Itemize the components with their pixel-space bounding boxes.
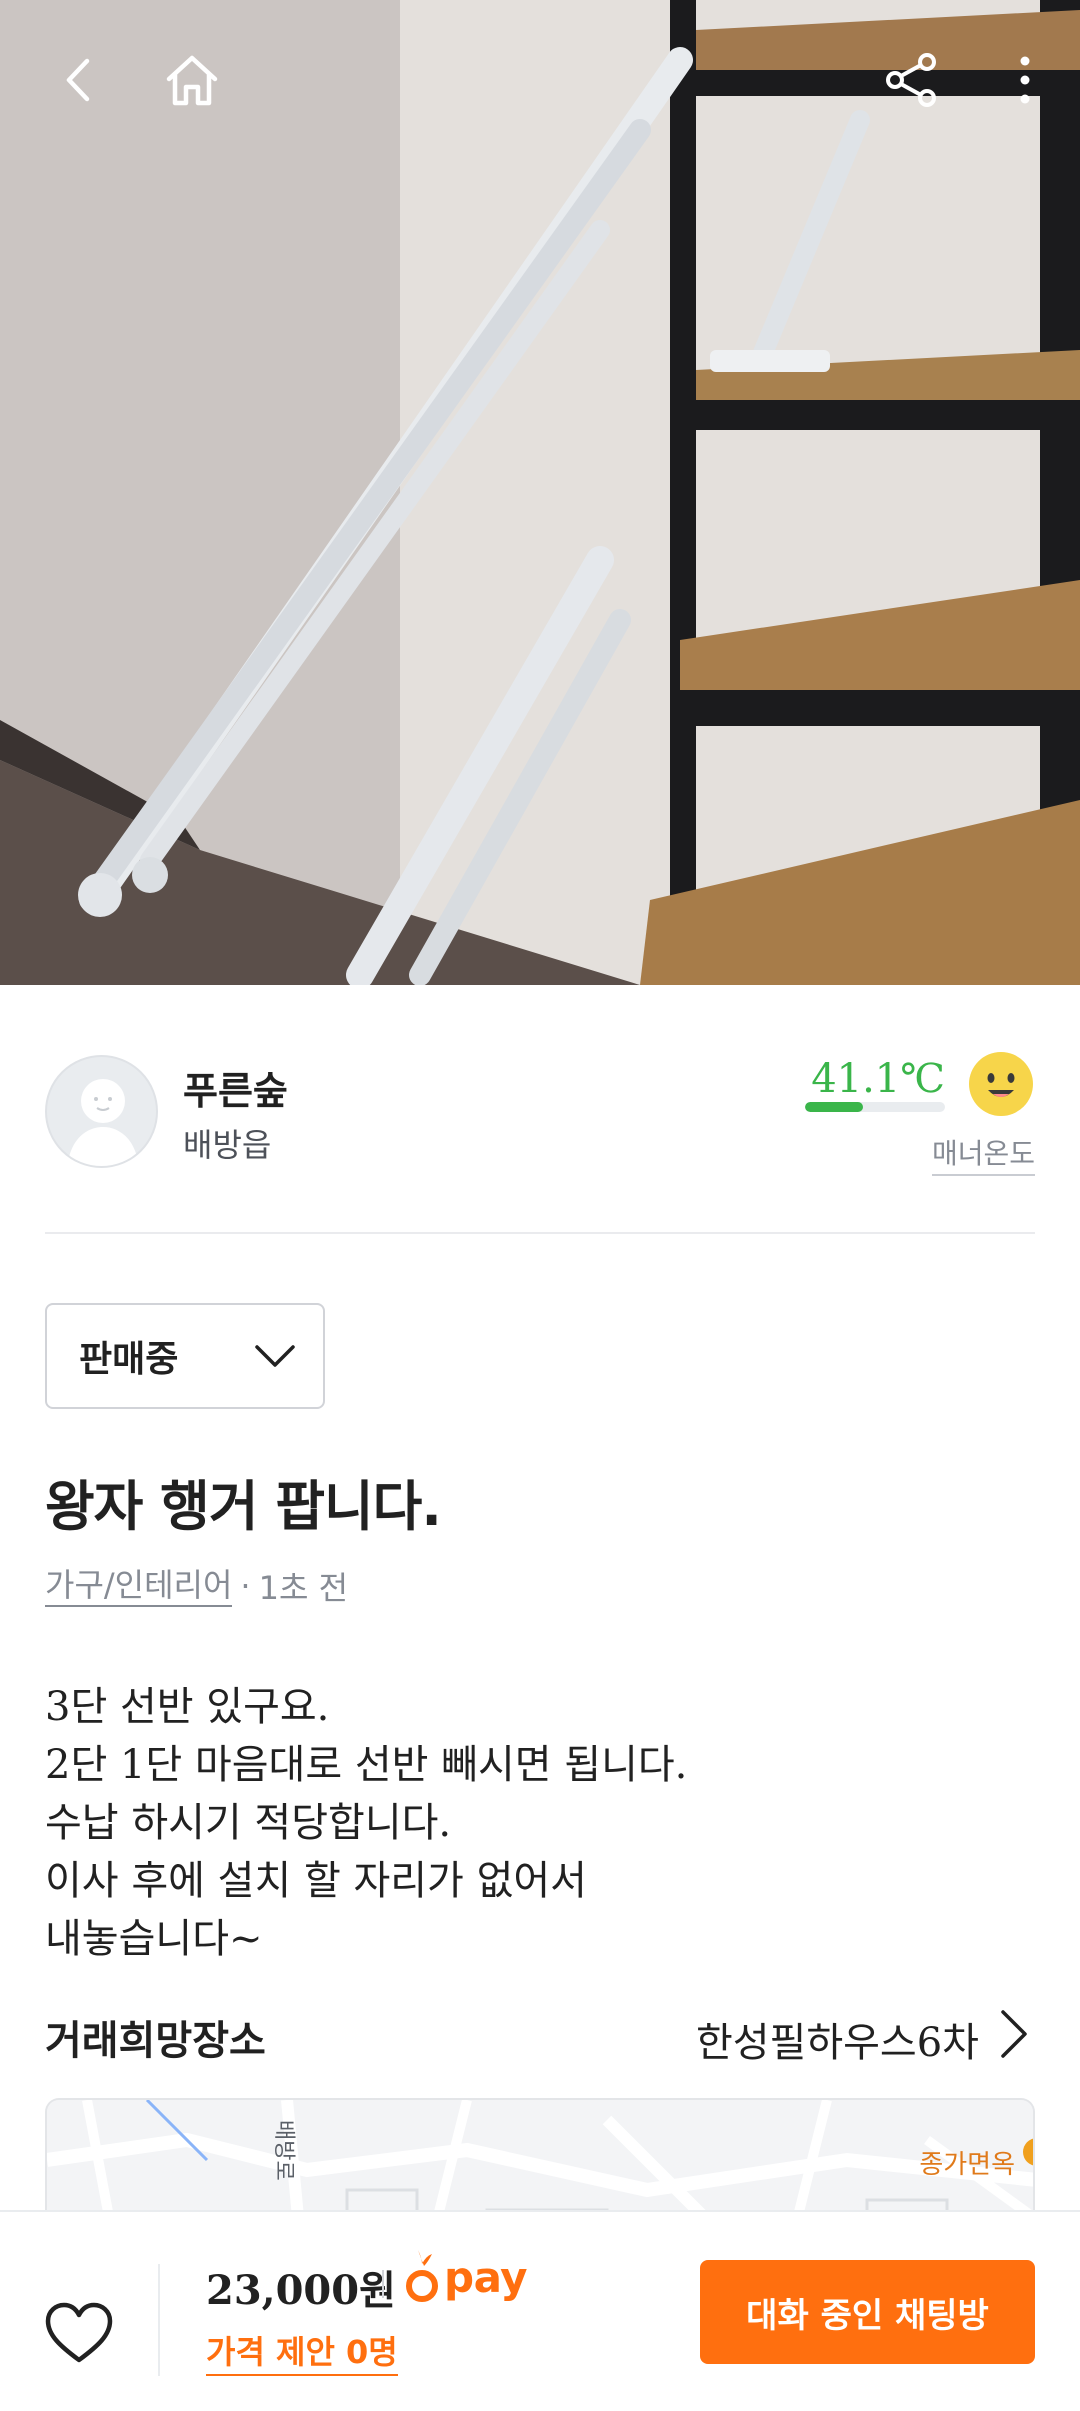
seller-profile[interactable]: 푸른숲 배방읍 41.1℃ 매너온도 bbox=[45, 1050, 1035, 1176]
description-line: 내놓습니다~ bbox=[45, 1916, 263, 1962]
category-link[interactable]: 가구/인테리어 bbox=[45, 1565, 233, 1607]
more-button[interactable] bbox=[985, 40, 1065, 120]
chevron-down-icon bbox=[255, 1345, 295, 1367]
price-offer-link[interactable]: 가격 제안 0명 bbox=[206, 2332, 398, 2376]
meta-separator: · bbox=[240, 1567, 251, 1605]
chevron-left-icon bbox=[66, 58, 90, 102]
bottom-action-bar: 23,000원 pay 가격 제안 0명 대화 중인 채팅방 bbox=[0, 2210, 1080, 2411]
default-avatar-icon bbox=[67, 1079, 139, 1166]
manner-temperature: 41.1℃ bbox=[811, 1056, 945, 1102]
chevron-right-icon bbox=[1001, 2010, 1027, 2058]
trade-place-value: 한성필하우스6차 bbox=[695, 2020, 979, 2066]
avatar[interactable] bbox=[45, 1055, 158, 1168]
manner-temperature-label[interactable]: 매너온도 bbox=[931, 1132, 1035, 1176]
heart-icon[interactable] bbox=[42, 2300, 116, 2366]
trade-place-label: 거래희망장소 bbox=[45, 2018, 266, 2064]
posted-time: 1초 전 bbox=[258, 1569, 349, 1607]
smile-face-icon bbox=[969, 1052, 1033, 1116]
carrot-pay-icon bbox=[406, 2250, 438, 2302]
carrot-pay-badge: pay bbox=[404, 2242, 528, 2312]
back-button[interactable] bbox=[40, 40, 120, 120]
share-button[interactable] bbox=[872, 40, 952, 120]
item-description: 3단 선반 있구요. 2단 1단 마음대로 선반 빼시면 됩니다. 수납 하시기… bbox=[45, 1678, 1035, 1968]
more-vertical-icon bbox=[1020, 56, 1030, 104]
map-poi-label: 종가면옥 bbox=[919, 2150, 1015, 2180]
description-line: 3단 선반 있구요. bbox=[45, 1684, 330, 1730]
item-meta: 가구/인테리어 · 1초 전 bbox=[45, 1563, 348, 1609]
divider bbox=[158, 2264, 160, 2376]
divider bbox=[45, 1232, 1035, 1234]
map-road-label: 배방로 bbox=[271, 2120, 296, 2181]
manner-temperature-fill bbox=[805, 1102, 863, 1112]
trade-place-row[interactable]: 거래희망장소 한성필하우스6차 bbox=[45, 1998, 1035, 2068]
seller-name: 푸른숲 bbox=[183, 1069, 288, 1113]
description-line: 2단 1단 마음대로 선반 빼시면 됩니다. bbox=[45, 1742, 688, 1788]
sale-status-value: 판매중 bbox=[79, 1339, 179, 1380]
photo-image bbox=[0, 0, 1080, 985]
share-icon bbox=[886, 53, 936, 107]
home-icon bbox=[166, 55, 218, 106]
item-title: 왕자 행거 팝니다. bbox=[45, 1475, 442, 1538]
description-line: 수납 하시기 적당합니다. bbox=[45, 1800, 452, 1846]
item-price: 23,000원 bbox=[206, 2267, 396, 2314]
seller-location: 배방읍 bbox=[183, 1126, 272, 1164]
chat-rooms-button[interactable]: 대화 중인 채팅방 bbox=[700, 2260, 1035, 2364]
pay-label: pay bbox=[444, 2252, 528, 2302]
home-button[interactable] bbox=[152, 40, 232, 120]
sale-status-dropdown[interactable]: 판매중 bbox=[45, 1303, 325, 1409]
description-line: 이사 후에 설치 할 자리가 없어서 bbox=[45, 1858, 587, 1904]
item-photo[interactable] bbox=[0, 0, 1080, 985]
manner-temperature-bar bbox=[805, 1102, 945, 1112]
divider bbox=[382, 2270, 384, 2298]
